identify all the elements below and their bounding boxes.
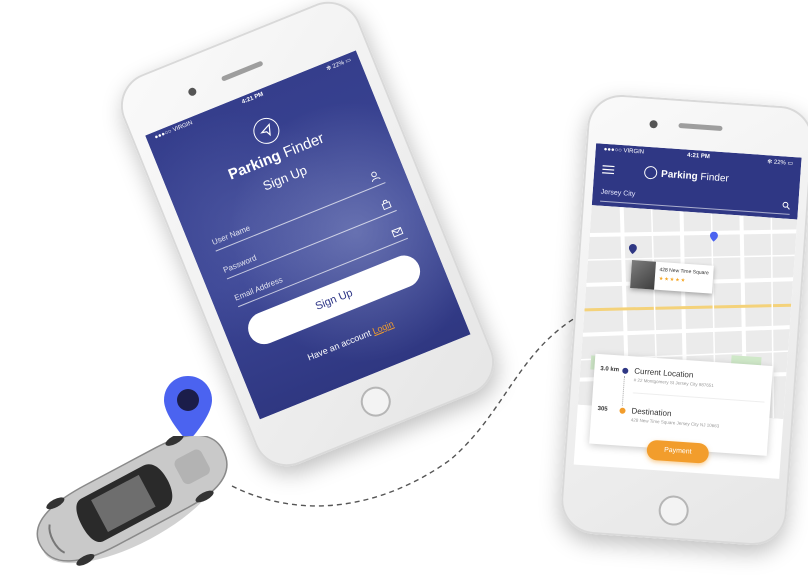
status-carrier: ●●●○○ VIRGIN: [603, 146, 645, 156]
menu-icon[interactable]: [602, 165, 615, 175]
destination-distance: 305: [597, 405, 608, 413]
map-screen: ●●●○○ VIRGIN 4:21 PM ✻ 22% ▭ Parking Fin…: [573, 143, 802, 479]
destination-title: Destination: [631, 406, 672, 419]
logo-icon: [643, 165, 658, 180]
phone-map: ●●●○○ VIRGIN 4:21 PM ✻ 22% ▭ Parking Fin…: [558, 92, 808, 548]
place-name: 428 New Time Square: [659, 266, 709, 277]
route-card: 3.0 km Current Location # 22 Montgomery …: [589, 353, 773, 456]
current-distance: 3.0 km: [600, 366, 620, 374]
app-brand: Parking Finder: [661, 169, 729, 185]
status-time: 4:21 PM: [686, 152, 710, 161]
brand-light: Finder: [697, 171, 730, 185]
map-pin-icon[interactable]: [709, 231, 719, 242]
mail-icon: [391, 226, 404, 238]
place-thumbnail: [630, 260, 656, 290]
car-image: [36, 436, 228, 566]
destination-dot: [619, 407, 626, 414]
location-pin-icon: [164, 376, 212, 442]
parking-place-card[interactable]: 428 New Time Square ★★★★★: [630, 260, 714, 294]
lock-icon: [381, 199, 392, 211]
user-icon: [371, 171, 381, 183]
map-pin-icon[interactable]: [628, 244, 637, 255]
place-rating: ★★★★★: [658, 275, 687, 284]
search-icon[interactable]: [782, 201, 791, 210]
status-battery: ✻ 22% ▭: [766, 159, 794, 168]
current-location-dot: [622, 367, 629, 375]
search-value: Jersey City: [600, 188, 636, 199]
payment-button[interactable]: Payment: [646, 439, 710, 464]
destination-address: 428 New Time Square Jersey City NJ 10663: [630, 417, 720, 429]
brand-bold: Parking: [660, 168, 699, 183]
divider: [632, 392, 765, 403]
route-connector: [621, 375, 626, 406]
current-location-address: # 22 Montgomery St Jersey City 987651: [633, 377, 714, 389]
